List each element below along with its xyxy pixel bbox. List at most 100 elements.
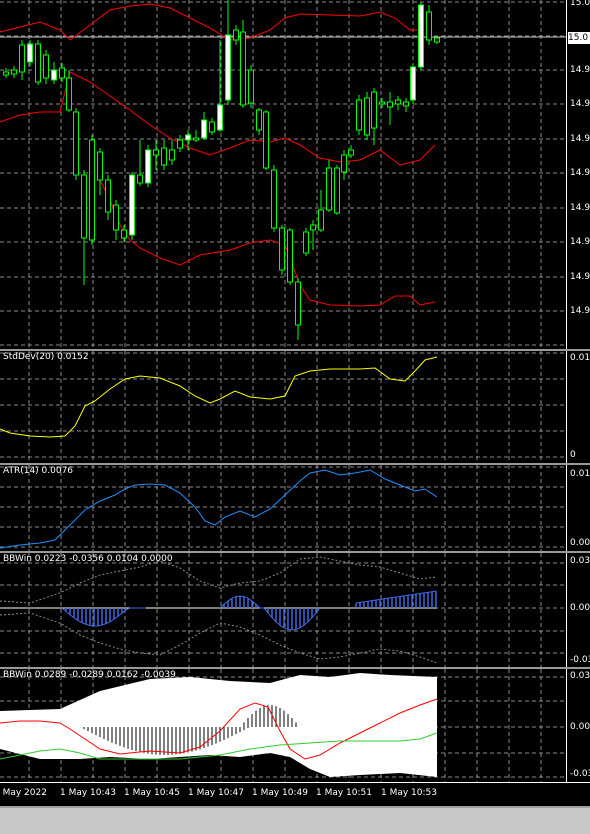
candle-body [153,149,159,156]
candle-body [73,111,79,176]
time-label: 1 May 10:49 [252,788,308,798]
price-label: 14.9 [570,99,590,109]
time-label: 1 May 10:51 [316,788,372,798]
candle-body [287,229,293,283]
scale-label: 0.00 [570,722,590,732]
scale-label: 0.016 [570,353,590,363]
candle-body [403,101,409,107]
candle-body [303,231,309,254]
scale-label: 0.035 [570,556,590,566]
atr-scale[interactable]: 0.010 0.001 [566,465,590,551]
candle-body [193,137,199,141]
atr-title: ATR(14) 0.0076 [3,466,74,476]
candle-body [310,224,316,231]
candle-body [434,37,440,43]
bbwin1-chart [0,553,566,667]
time-label: 1 May 10:43 [60,788,116,798]
candle-body [27,43,33,63]
scale-label: 0.00 [570,603,590,613]
price-scale[interactable]: 15.0 14.9 14.9 14.9 14.9 14.9 14.9 14.9 … [566,0,590,349]
lower-band [99,179,436,307]
bbwin2-title: BBWin 0.0289 -0.0289 0.0162 -0.0039 [3,670,176,680]
candle-body [326,167,332,211]
candle-body [11,69,17,75]
stddev-chart [0,351,566,463]
bbwin2-scale[interactable]: 0.031 0.00 -0.03 [566,669,590,782]
time-axis[interactable]: 1 May 2022 1 May 10:43 1 May 10:45 1 May… [0,782,590,807]
candle-body [371,91,377,129]
atr-pane[interactable]: ATR(14) 0.0076 [0,465,566,551]
candle-body [3,71,9,76]
stddev-line [0,356,438,438]
price-label: 14.9 [570,203,590,213]
candle-body [145,149,151,184]
candle-body [410,66,416,101]
scale-label: 0.031 [570,671,590,681]
price-label: 14.9 [570,306,590,316]
candle-body [240,31,246,106]
upper-band [0,3,420,41]
candle-body [395,99,401,105]
scale-label: 0 [570,450,576,460]
candle-body [295,281,301,326]
candle-body [97,151,103,181]
candle-body [387,101,393,108]
candle-body [233,29,239,41]
candle-body [341,154,347,173]
candle-body [256,109,262,131]
candle-body [43,54,49,79]
candle-body [113,204,119,231]
scale-label: 0.010 [570,469,590,479]
candle-body [81,174,87,239]
bbwin2-band-fill [0,673,437,777]
bbwin2-chart [0,669,566,782]
current-price-tag: 15.0 [568,32,590,44]
candle-body [177,139,183,149]
candle-body [356,99,362,131]
price-label: 14.9 [570,237,590,247]
price-label: 14.9 [570,168,590,178]
price-label: 15.0 [570,0,590,8]
price-chart[interactable] [0,0,566,349]
candle-body [217,104,223,131]
time-label: 1 May 10:53 [381,788,437,798]
candle-body [59,67,65,79]
candle-body [248,69,254,104]
time-label: 1 May 10:45 [124,788,180,798]
candle-body [379,101,385,105]
candle-body [334,167,340,214]
candle-body [137,174,143,184]
stddev-scale[interactable]: 0.016 0 [566,351,590,463]
stddev-pane[interactable]: StdDev(20) 0.0152 [0,351,566,463]
atr-line [0,469,438,549]
main-chart-pane[interactable] [0,0,566,349]
candle-body [271,169,277,229]
candle-body [279,227,285,271]
candle-body [66,77,72,111]
candle-body [121,229,127,239]
bbwin2-pane[interactable]: BBWin 0.0289 -0.0289 0.0162 -0.0039 [0,669,566,782]
bbwin1-pane[interactable]: BBWin 0.0223 -0.0356 0.0104 0.0000 [0,553,566,667]
candle-body [418,4,424,68]
candle-body [263,111,269,169]
candle-body [35,43,41,83]
scale-label: -0.03 [570,769,590,779]
scale-label: 0.001 [570,538,590,548]
candle-body [225,34,231,101]
candle-body [318,209,324,231]
candle-body [19,44,25,73]
candle-body [105,179,111,213]
candle-body [348,149,354,156]
candle-body [51,69,57,81]
candle-body [89,139,95,241]
price-label: 14.9 [570,134,590,144]
bbwin1-scale[interactable]: 0.035 0.00 -0.03 [566,553,590,667]
histogram-outline [219,595,321,631]
bb1-lower-dotted [0,612,438,664]
candle-body [364,97,370,136]
candle-body [129,174,135,236]
time-label: 1 May 2022 [0,788,47,798]
time-label: 1 May 10:47 [188,788,244,798]
price-label: 14.9 [570,65,590,75]
candle-body [161,147,167,166]
